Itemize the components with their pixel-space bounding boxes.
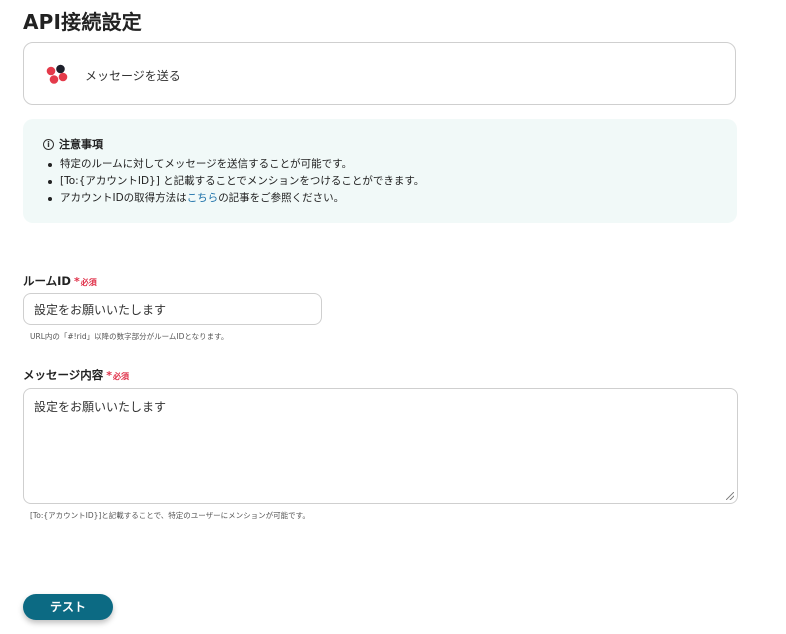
resize-handle[interactable]: [726, 492, 734, 500]
required-badge: 必須: [80, 278, 97, 287]
notice-item: 特定のルームに対してメッセージを送信することが可能です。: [48, 156, 737, 173]
room-id-hint: URL内の「#!rid」以降の数字部分がルームIDとなります。: [30, 332, 229, 341]
help-article-link[interactable]: こちら: [187, 192, 219, 204]
room-id-input[interactable]: 設定をお願いいたします: [23, 293, 322, 325]
test-button[interactable]: テスト: [23, 594, 113, 620]
room-id-label-text: ルームID: [23, 274, 71, 288]
message-value: 設定をお願いいたします: [34, 400, 167, 414]
chatwork-logo-icon: [46, 64, 68, 84]
action-label: メッセージを送る: [85, 69, 181, 83]
notice-item-text: アカウントIDの取得方法は: [60, 192, 187, 204]
message-textarea[interactable]: 設定をお願いいたします: [23, 388, 738, 504]
notice-list: 特定のルームに対してメッセージを送信することが可能です。 [To:{アカウントI…: [43, 156, 737, 207]
message-hint: [To:{アカウントID}]と記載することで、特定のユーザーにメンションが可能で…: [30, 511, 310, 520]
message-label: メッセージ内容 *必須: [23, 367, 129, 383]
required-badge: 必須: [113, 372, 130, 381]
required-asterisk: *: [106, 369, 113, 382]
notice-item: アカウントIDの取得方法はこちらの記事をご参照ください。: [48, 190, 737, 207]
notice-item-text: の記事をご参照ください。: [218, 192, 345, 204]
message-label-text: メッセージ内容: [23, 368, 104, 382]
notice-item: [To:{アカウントID}] と記載することでメンションをつけることができます。: [48, 173, 737, 190]
info-icon: i: [43, 138, 54, 150]
required-asterisk: *: [73, 275, 80, 288]
page-title: API接続設定: [23, 10, 142, 34]
action-card[interactable]: メッセージを送る: [23, 42, 736, 105]
room-id-label: ルームID *必須: [23, 273, 97, 289]
notice-box: i 注意事項 特定のルームに対してメッセージを送信することが可能です。 [To:…: [23, 119, 737, 223]
notice-title: 注意事項: [59, 138, 103, 151]
